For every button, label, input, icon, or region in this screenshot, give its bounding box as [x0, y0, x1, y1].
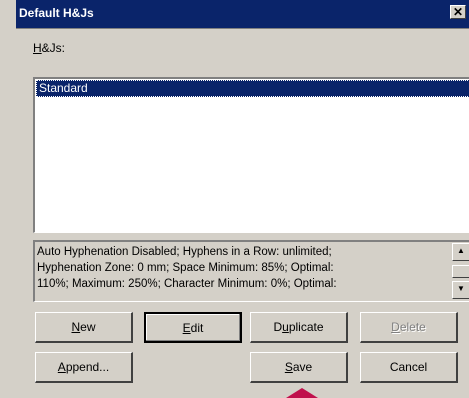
save-button[interactable]: Save: [250, 352, 348, 383]
edit-button[interactable]: Edit: [144, 312, 242, 343]
append-button-label: ppend...: [65, 360, 110, 374]
cancel-button[interactable]: Cancel: [360, 352, 458, 383]
hjs-list[interactable]: Standard: [33, 77, 469, 233]
cancel-button-label: Cancel: [389, 360, 428, 374]
hjs-label: H&Js:: [33, 41, 65, 55]
delete-button-label: elete: [399, 320, 426, 334]
save-button-label: ave: [292, 360, 313, 374]
scroll-down-icon[interactable]: ▼: [452, 281, 469, 299]
duplicate-button-mnemonic: u: [282, 320, 289, 334]
hjs-label-mnemonic: H: [33, 41, 42, 55]
duplicate-button-prefix: D: [273, 320, 283, 334]
append-button[interactable]: Append...: [35, 352, 133, 383]
new-button-mnemonic: N: [71, 320, 81, 334]
hjs-description-text: Auto Hyphenation Disabled; Hyphens in a …: [37, 246, 337, 290]
new-button[interactable]: New: [35, 312, 133, 343]
duplicate-button[interactable]: Duplicate: [250, 312, 348, 343]
new-button-label: ew: [80, 320, 96, 334]
scroll-thumb[interactable]: [452, 265, 469, 278]
append-button-mnemonic: A: [57, 360, 66, 374]
default-hjs-dialog: Default H&Js ✕ H&Js: Standard Auto Hyphe…: [16, 0, 469, 398]
scroll-up-icon[interactable]: ▲: [452, 243, 469, 261]
delete-button[interactable]: Delete: [360, 312, 458, 343]
hjs-label-text: &Js:: [41, 41, 66, 55]
edit-button-label: dit: [190, 321, 204, 335]
duplicate-button-label: plicate: [288, 320, 324, 334]
title-bar[interactable]: Default H&Js ✕: [16, 0, 469, 29]
window-title: Default H&Js: [19, 6, 94, 20]
description-scrollbar[interactable]: ▲ ▼: [452, 243, 469, 299]
list-item[interactable]: Standard: [36, 80, 469, 97]
delete-button-mnemonic: D: [391, 320, 400, 334]
close-icon[interactable]: ✕: [450, 5, 466, 19]
pointer-marker-icon: [286, 388, 318, 398]
save-button-mnemonic: S: [284, 360, 293, 374]
edit-button-mnemonic: E: [182, 321, 191, 335]
hjs-description-box: Auto Hyphenation Disabled; Hyphens in a …: [33, 240, 469, 302]
